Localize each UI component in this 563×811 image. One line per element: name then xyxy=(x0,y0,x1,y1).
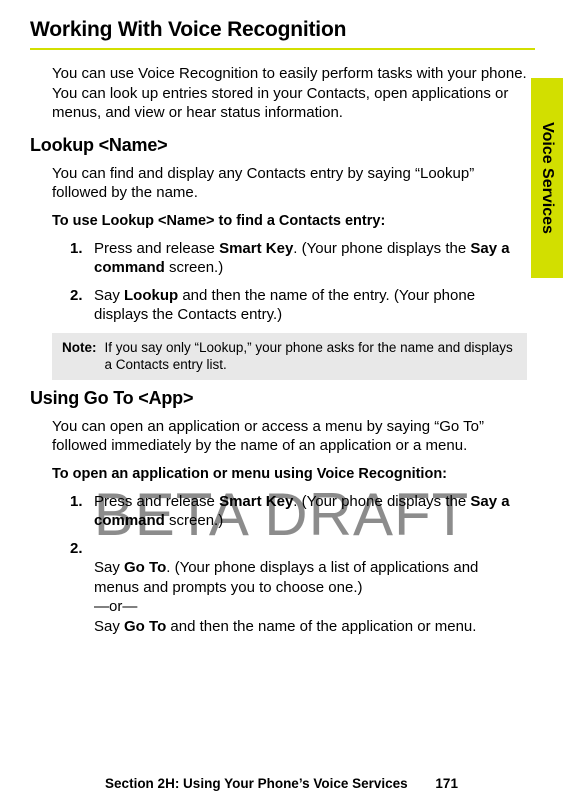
step-text: Press and release Smart Key. (Your phone… xyxy=(94,240,510,277)
section-lead: You can find and display any Contacts en… xyxy=(52,164,527,203)
section-subhead: To use Lookup <Name> to find a Contacts … xyxy=(52,213,535,229)
section-lead: You can open an application or access a … xyxy=(52,417,527,456)
footer-page: 171 xyxy=(435,776,458,791)
step-text: Press and release Smart Key. (Your phone… xyxy=(94,493,510,530)
page-content: Working With Voice Recognition You can u… xyxy=(0,0,563,636)
step-item: 1. Press and release Smart Key. (Your ph… xyxy=(70,492,527,531)
step-number: 2. xyxy=(70,539,83,559)
side-tab-label: Voice Services xyxy=(538,122,556,234)
section-subhead: To open an application or menu using Voi… xyxy=(52,466,535,482)
note-box: Note: If you say only “Lookup,” your pho… xyxy=(52,333,527,380)
side-tab: Voice Services xyxy=(531,78,563,278)
page-title: Working With Voice Recognition xyxy=(30,18,535,42)
step-text: Say Lookup and then the name of the entr… xyxy=(94,287,475,324)
step-list: 1. Press and release Smart Key. (Your ph… xyxy=(70,492,527,637)
section-heading: Lookup <Name> xyxy=(30,135,535,156)
step-text: Say Go To. (Your phone displays a list o… xyxy=(94,559,478,635)
step-item: 2. Say Go To. (Your phone displays a lis… xyxy=(70,539,527,637)
note-label: Note: xyxy=(62,339,97,374)
page-footer: Section 2H: Using Your Phone’s Voice Ser… xyxy=(0,776,563,791)
step-number: 2. xyxy=(70,286,83,306)
step-item: 2. Say Lookup and then the name of the e… xyxy=(70,286,527,325)
note-text: If you say only “Lookup,” your phone ask… xyxy=(105,339,518,374)
title-rule xyxy=(30,48,535,50)
footer-section: Section 2H: Using Your Phone’s Voice Ser… xyxy=(105,776,408,791)
step-list: 1. Press and release Smart Key. (Your ph… xyxy=(70,239,527,325)
step-item: 1. Press and release Smart Key. (Your ph… xyxy=(70,239,527,278)
section-heading: Using Go To <App> xyxy=(30,388,535,409)
intro-text: You can use Voice Recognition to easily … xyxy=(52,64,527,123)
step-number: 1. xyxy=(70,492,83,512)
step-number: 1. xyxy=(70,239,83,259)
